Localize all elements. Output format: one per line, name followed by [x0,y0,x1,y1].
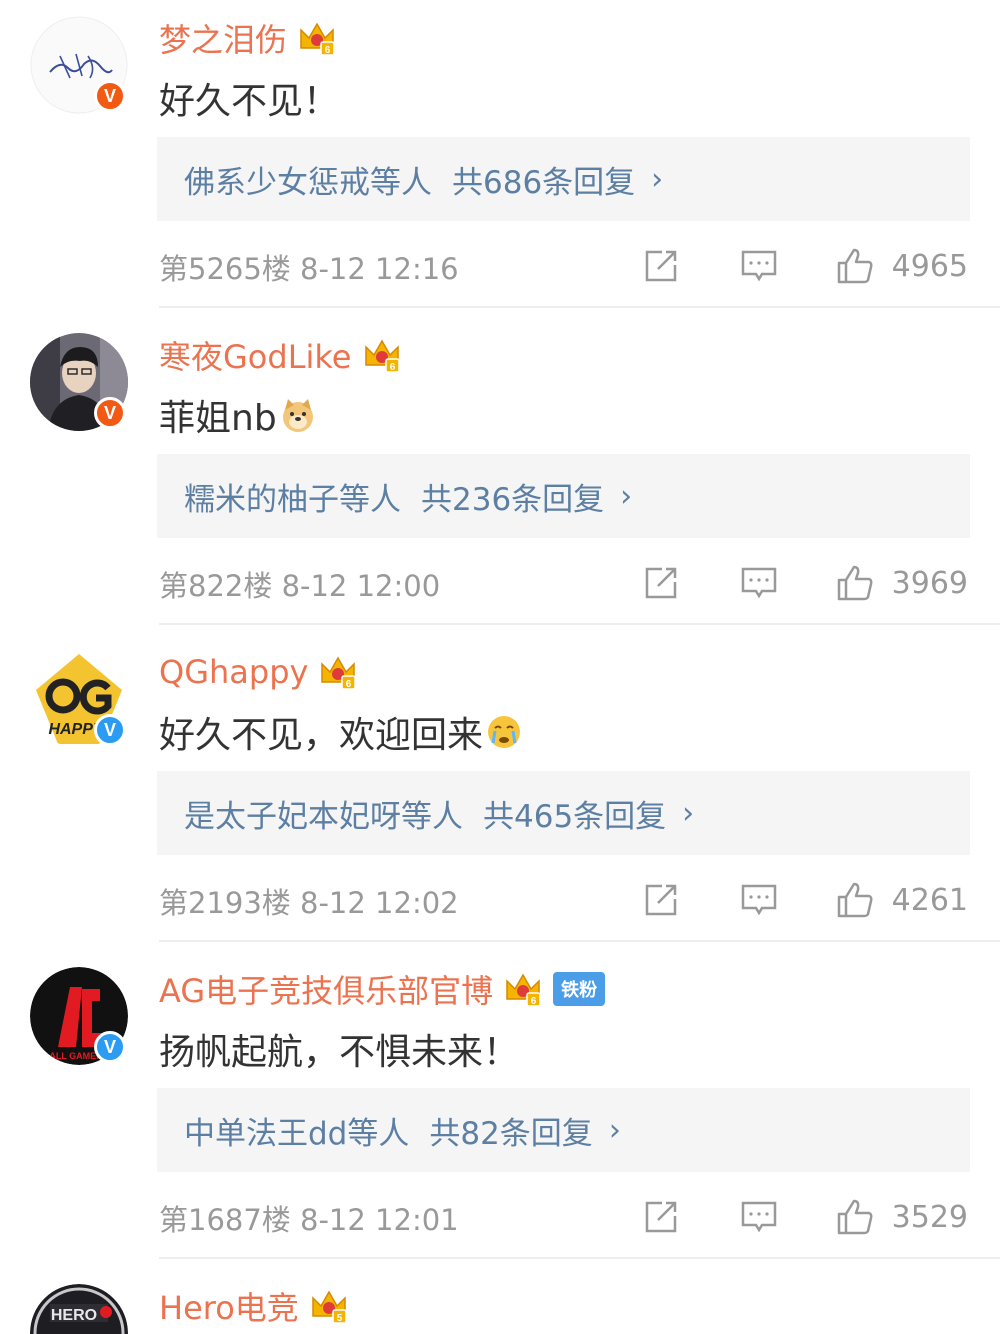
share-icon[interactable] [642,247,680,285]
username[interactable]: 寒夜GodLike [159,332,352,378]
doge-emoji-icon [282,399,313,432]
comment-text-content: 菲姐nb [159,398,277,439]
comment-text-content: 扬帆起航，不惧未来！ [159,1032,520,1073]
svg-text:6: 6 [346,679,352,690]
avatar[interactable]: HERO [30,1284,128,1334]
comment-icon[interactable] [740,881,778,919]
reply-users: 中单法王dd等人 [184,1115,410,1152]
reply-summary[interactable]: 糯米的柚子等人 共236条回复 › [157,454,970,538]
avatar[interactable]: HAPPY V [30,650,128,748]
crying-emoji-icon [488,716,521,748]
verified-badge-icon: V [94,80,126,112]
reply-summary[interactable]: 佛系少女惩戒等人 共686条回复 › [157,137,970,221]
comment-text-content: 好久不见！ [159,81,340,122]
floor-time: 第1687楼 8-12 12:01 [159,1203,459,1237]
divider [159,940,1000,942]
svg-text:6: 6 [389,362,395,373]
action-bar: 4965 [642,244,968,288]
action-bar: 3529 [642,1195,968,1239]
reply-users: 佛系少女惩戒等人 [184,164,432,201]
like-icon[interactable] [836,881,874,919]
floor-time: 第5265楼 8-12 12:16 [159,252,459,286]
reply-summary[interactable]: 是太子妃本妃呀等人 共465条回复 › [157,771,970,855]
reply-users: 糯米的柚子等人 [184,481,401,518]
chevron-right-icon: › [651,161,664,197]
verified-badge-icon: V [94,714,126,746]
divider [159,306,1000,308]
avatar[interactable]: ALL GAMER V [30,967,128,1065]
like-count: 4965 [891,248,968,284]
like-icon[interactable] [836,1198,874,1236]
crown-level-6-icon: 6 [321,656,357,690]
fan-badge: 铁粉 [553,972,606,1006]
share-icon[interactable] [642,881,680,919]
floor-time: 第2193楼 8-12 12:02 [159,886,459,920]
chevron-right-icon: › [620,478,633,514]
comment-icon[interactable] [740,564,778,602]
comment-item: HERO Hero电竞 5 [0,1268,1000,1334]
comment-icon[interactable] [740,1198,778,1236]
svg-text:6: 6 [325,45,331,56]
chevron-right-icon: › [682,795,695,831]
username[interactable]: QGhappy [159,653,308,691]
avatar[interactable]: V [30,16,128,114]
like-icon[interactable] [836,247,874,285]
reply-count: 共465条回复 [483,798,667,835]
svg-text:HERO: HERO [51,1307,97,1324]
comment-icon[interactable] [740,247,778,285]
divider [159,1257,1000,1259]
divider [159,623,1000,625]
comment-item: ALL GAMER V AG电子竞技俱乐部官博 6 铁粉 扬帆起航，不惧未来！ … [0,951,1000,1268]
floor-time: 第822楼 8-12 12:00 [159,569,441,603]
username[interactable]: AG电子竞技俱乐部官博 [159,966,493,1012]
verified-badge-icon: V [94,1031,126,1063]
username[interactable]: 梦之泪伤 [159,15,287,61]
svg-text:6: 6 [531,996,537,1007]
share-icon[interactable] [642,1198,680,1236]
crown-level-6-icon: 5 [312,1290,347,1324]
reply-count: 共236条回复 [421,481,605,518]
comment-text: 好久不见，欢迎回来 [159,706,523,758]
comment-text-content: 好久不见，欢迎回来 [159,715,484,756]
like-count: 3529 [891,1199,968,1235]
crown-level-6-icon: 6 [300,22,335,56]
like-count: 3969 [891,565,968,601]
avatar[interactable]: V [30,333,128,431]
avatar-image: HERO [30,1284,128,1334]
comment-text: 菲姐nb [159,389,317,441]
comment-item: HAPPY V QGhappy 6 好久不见，欢迎回来 是太子妃本妃呀等人 共4… [0,634,1000,951]
comment-text: 扬帆起航，不惧未来！ [159,1023,519,1075]
share-icon[interactable] [642,564,680,602]
comment-text: 好久不见！ [159,72,339,124]
verified-badge-icon: V [94,397,126,429]
username[interactable]: Hero电竞 [159,1283,299,1329]
svg-text:5: 5 [337,1313,343,1324]
like-count: 4261 [891,882,968,918]
comment-item: V 寒夜GodLike 6 菲姐nb 糯米的柚子等人 共236条回复 › 第82… [0,317,1000,634]
chevron-right-icon: › [608,1112,621,1148]
action-bar: 3969 [642,561,968,605]
reply-count: 共686条回复 [452,164,636,201]
crown-level-6-icon: 6 [364,339,400,373]
reply-summary[interactable]: 中单法王dd等人 共82条回复 › [157,1088,970,1172]
reply-users: 是太子妃本妃呀等人 [184,798,463,835]
comment-item: V 梦之泪伤 6 好久不见！ 佛系少女惩戒等人 共686条回复 › 第5265楼… [0,0,1000,317]
action-bar: 4261 [642,878,968,922]
reply-count: 共82条回复 [429,1115,593,1152]
like-icon[interactable] [836,564,874,602]
crown-level-6-icon: 6 [506,973,541,1007]
